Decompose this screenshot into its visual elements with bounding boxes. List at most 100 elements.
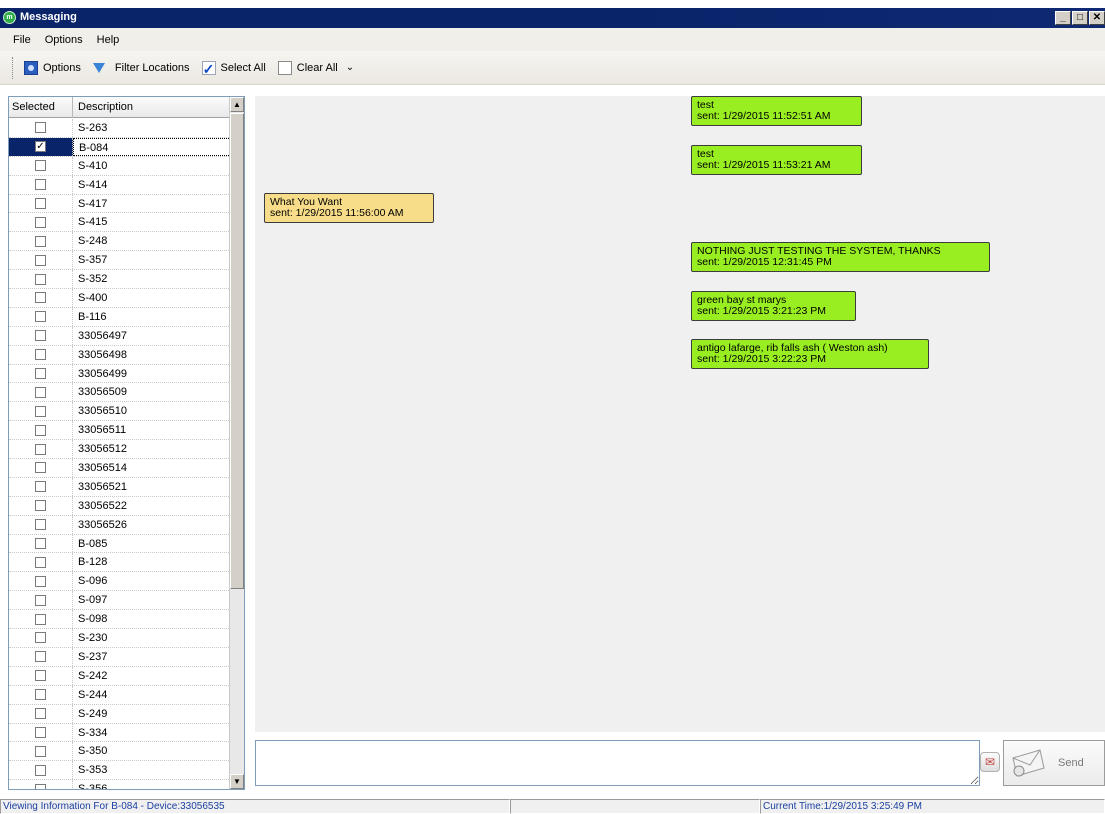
- list-item[interactable]: 33056522: [9, 496, 231, 516]
- row-select-cell[interactable]: [9, 610, 73, 629]
- row-select-cell[interactable]: [9, 534, 73, 553]
- row-select-cell[interactable]: [9, 251, 73, 270]
- row-select-cell[interactable]: [9, 647, 73, 666]
- row-select-cell[interactable]: [9, 761, 73, 780]
- row-checkbox[interactable]: [35, 519, 46, 531]
- scroll-thumb[interactable]: [230, 113, 244, 589]
- row-select-cell[interactable]: [9, 591, 73, 610]
- list-item[interactable]: S-417: [9, 194, 231, 214]
- row-checkbox[interactable]: [35, 764, 46, 776]
- row-select-cell[interactable]: [9, 270, 73, 289]
- list-item[interactable]: S-350: [9, 742, 231, 762]
- close-button[interactable]: ✕: [1089, 11, 1105, 25]
- row-checkbox[interactable]: [35, 179, 46, 191]
- location-list[interactable]: Selected Description S-263 ✓ B-084 S-410 S-4…: [8, 96, 245, 790]
- row-checkbox[interactable]: [35, 481, 46, 493]
- list-item[interactable]: S-415: [9, 213, 231, 233]
- row-select-cell[interactable]: [9, 477, 73, 496]
- toolbar-overflow-icon[interactable]: ⌄: [346, 62, 354, 73]
- row-checkbox[interactable]: [35, 198, 46, 209]
- list-item[interactable]: S-356: [9, 780, 231, 789]
- list-item[interactable]: 33056526: [9, 515, 231, 535]
- row-select-cell[interactable]: [9, 421, 73, 440]
- list-item[interactable]: B-085: [9, 534, 231, 554]
- row-checkbox[interactable]: [35, 368, 46, 380]
- toolbar-grip[interactable]: [12, 56, 14, 79]
- list-item[interactable]: S-410: [9, 156, 231, 176]
- list-item[interactable]: S-414: [9, 175, 231, 195]
- row-checkbox[interactable]: [35, 160, 46, 172]
- row-select-cell[interactable]: [9, 175, 73, 194]
- row-checkbox[interactable]: ✓: [35, 141, 46, 153]
- row-checkbox[interactable]: [35, 651, 46, 663]
- list-item[interactable]: B-116: [9, 307, 231, 327]
- row-select-cell[interactable]: [9, 704, 73, 723]
- list-item[interactable]: S-352: [9, 270, 231, 290]
- row-checkbox[interactable]: [35, 405, 46, 417]
- select-all-button[interactable]: ✓ Select All: [201, 60, 266, 76]
- row-select-cell[interactable]: [9, 402, 73, 421]
- row-checkbox[interactable]: [35, 235, 46, 247]
- list-item[interactable]: S-263: [9, 119, 231, 138]
- row-checkbox[interactable]: [35, 538, 46, 550]
- list-item[interactable]: B-128: [9, 553, 231, 573]
- row-checkbox[interactable]: [35, 689, 46, 701]
- clear-all-button[interactable]: Clear All: [277, 60, 338, 75]
- row-select-cell[interactable]: ✓: [9, 137, 73, 156]
- mailbox-icon[interactable]: ✉: [980, 752, 1000, 772]
- row-select-cell[interactable]: [9, 364, 73, 383]
- row-select-cell[interactable]: [9, 119, 73, 137]
- list-item[interactable]: S-400: [9, 289, 231, 308]
- list-item[interactable]: S-230: [9, 629, 231, 648]
- list-item[interactable]: S-249: [9, 704, 231, 724]
- row-select-cell[interactable]: [9, 307, 73, 326]
- row-select-cell[interactable]: [9, 326, 73, 345]
- list-item[interactable]: 33056511: [9, 421, 231, 441]
- send-button[interactable]: Send: [1003, 740, 1105, 786]
- row-select-cell[interactable]: [9, 723, 73, 742]
- row-checkbox[interactable]: [35, 594, 46, 606]
- row-select-cell[interactable]: [9, 459, 73, 477]
- row-checkbox[interactable]: [35, 745, 46, 757]
- list-item[interactable]: 33056514: [9, 459, 231, 478]
- row-checkbox[interactable]: [35, 575, 46, 587]
- menu-help[interactable]: Help: [90, 34, 127, 46]
- row-checkbox[interactable]: [35, 670, 46, 682]
- row-select-cell[interactable]: [9, 156, 73, 175]
- list-item[interactable]: 33056497: [9, 326, 231, 346]
- list-item[interactable]: S-357: [9, 251, 231, 271]
- row-checkbox[interactable]: [35, 216, 46, 228]
- minimize-button[interactable]: _: [1055, 11, 1071, 25]
- row-select-cell[interactable]: [9, 553, 73, 572]
- row-checkbox[interactable]: [35, 613, 46, 625]
- list-item[interactable]: S-353: [9, 761, 231, 781]
- maximize-button[interactable]: □: [1072, 11, 1088, 25]
- list-item[interactable]: 33056509: [9, 383, 231, 403]
- list-item[interactable]: S-098: [9, 610, 231, 630]
- row-checkbox[interactable]: [35, 632, 46, 644]
- list-item[interactable]: S-097: [9, 591, 231, 611]
- row-select-cell[interactable]: [9, 572, 73, 591]
- row-checkbox[interactable]: [35, 726, 46, 738]
- row-select-cell[interactable]: [9, 383, 73, 402]
- list-item[interactable]: 33056498: [9, 345, 231, 365]
- column-header-description[interactable]: Description: [73, 97, 231, 118]
- row-checkbox[interactable]: [35, 330, 46, 342]
- scroll-down-icon[interactable]: ▼: [230, 774, 244, 789]
- row-select-cell[interactable]: [9, 440, 73, 459]
- row-select-cell[interactable]: [9, 742, 73, 761]
- column-header-selected[interactable]: Selected: [9, 97, 73, 118]
- list-item[interactable]: S-334: [9, 723, 231, 743]
- row-checkbox[interactable]: [35, 292, 46, 304]
- row-select-cell[interactable]: [9, 345, 73, 364]
- row-checkbox[interactable]: [35, 386, 46, 398]
- row-select-cell[interactable]: [9, 629, 73, 647]
- list-item[interactable]: 33056499: [9, 364, 231, 384]
- list-item[interactable]: ✓ B-084: [9, 137, 231, 157]
- list-item[interactable]: S-096: [9, 572, 231, 592]
- row-select-cell[interactable]: [9, 194, 73, 213]
- row-select-cell[interactable]: [9, 666, 73, 685]
- row-checkbox[interactable]: [35, 462, 46, 474]
- row-checkbox[interactable]: [35, 349, 46, 361]
- row-checkbox[interactable]: [35, 122, 46, 134]
